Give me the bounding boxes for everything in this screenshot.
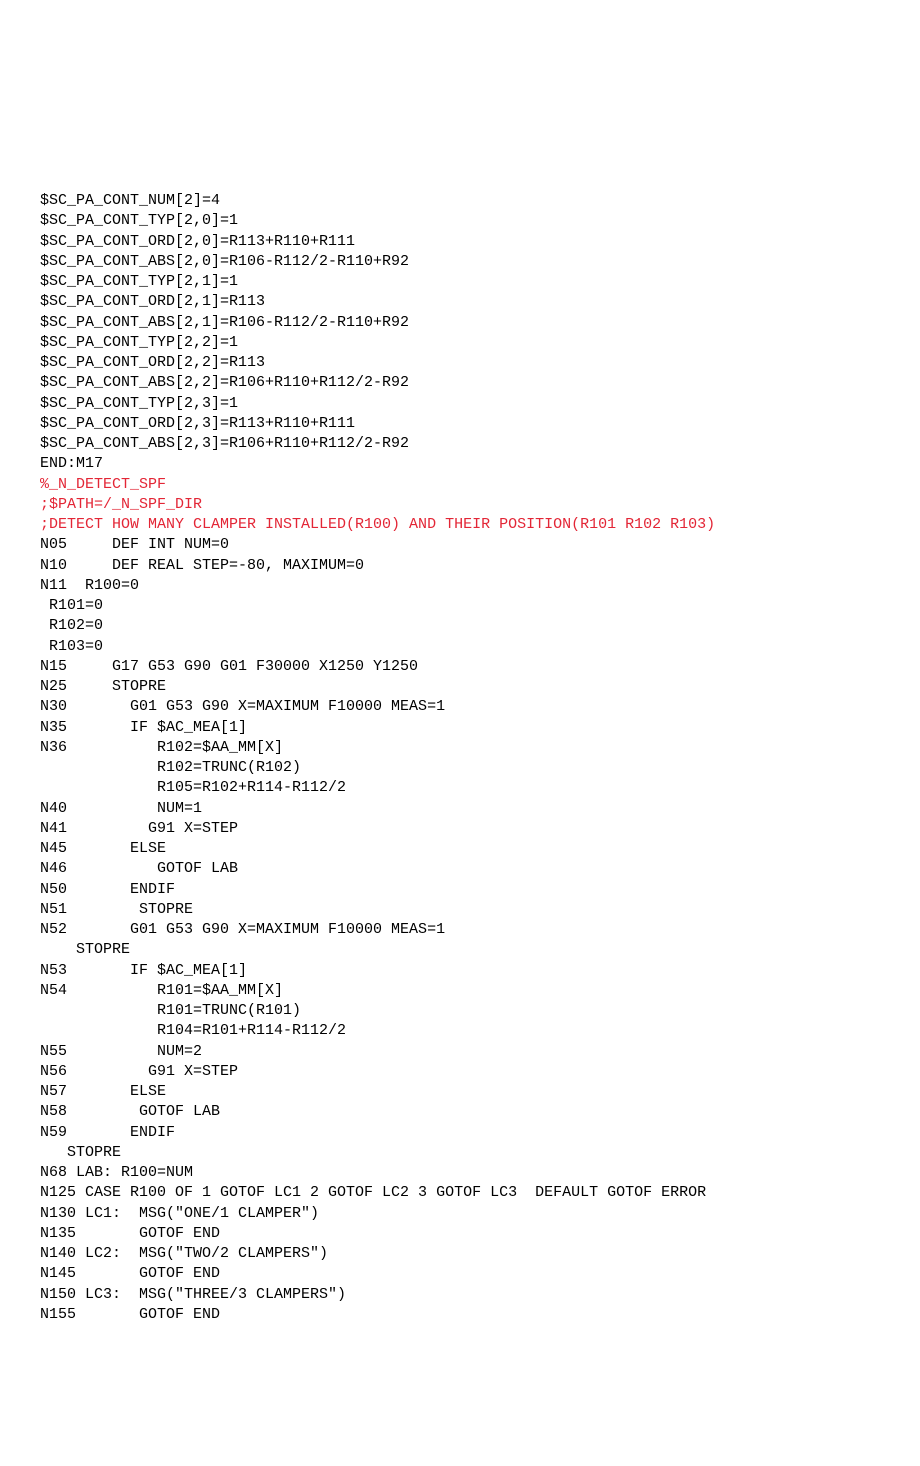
code-line: END:M17 <box>40 454 880 474</box>
code-line: $SC_PA_CONT_ORD[2,1]=R113 <box>40 292 880 312</box>
code-line: N11 R100=0 <box>40 576 880 596</box>
code-line: $SC_PA_CONT_ORD[2,0]=R113+R110+R111 <box>40 232 880 252</box>
code-line: N30 G01 G53 G90 X=MAXIMUM F10000 MEAS=1 <box>40 697 880 717</box>
code-line: $SC_PA_CONT_ABS[2,0]=R106-R112/2-R110+R9… <box>40 252 880 272</box>
code-line: N130 LC1: MSG("ONE/1 CLAMPER") <box>40 1204 880 1224</box>
code-line: $SC_PA_CONT_TYP[2,1]=1 <box>40 272 880 292</box>
code-line: N45 ELSE <box>40 839 880 859</box>
code-line: $SC_PA_CONT_TYP[2,2]=1 <box>40 333 880 353</box>
code-line: N36 R102=$AA_MM[X] <box>40 738 880 758</box>
code-line: N51 STOPRE <box>40 900 880 920</box>
code-line: N52 G01 G53 G90 X=MAXIMUM F10000 MEAS=1 <box>40 920 880 940</box>
code-line: R101=TRUNC(R101) <box>40 1001 880 1021</box>
code-line: R102=0 <box>40 616 880 636</box>
code-line: N41 G91 X=STEP <box>40 819 880 839</box>
code-line: N125 CASE R100 OF 1 GOTOF LC1 2 GOTOF LC… <box>40 1183 880 1203</box>
code-line: N05 DEF INT NUM=0 <box>40 535 880 555</box>
code-line: STOPRE <box>40 940 880 960</box>
code-line: N40 NUM=1 <box>40 799 880 819</box>
code-line: N50 ENDIF <box>40 880 880 900</box>
code-line: N140 LC2: MSG("TWO/2 CLAMPERS") <box>40 1244 880 1264</box>
code-line: N57 ELSE <box>40 1082 880 1102</box>
code-line: N155 GOTOF END <box>40 1305 880 1325</box>
code-line: R102=TRUNC(R102) <box>40 758 880 778</box>
code-line: $SC_PA_CONT_NUM[2]=4 <box>40 191 880 211</box>
code-line: $SC_PA_CONT_TYP[2,3]=1 <box>40 394 880 414</box>
code-line: N55 NUM=2 <box>40 1042 880 1062</box>
code-line: STOPRE <box>40 1143 880 1163</box>
code-line: N68 LAB: R100=NUM <box>40 1163 880 1183</box>
code-line: N53 IF $AC_MEA[1] <box>40 961 880 981</box>
code-line: N56 G91 X=STEP <box>40 1062 880 1082</box>
code-line: N10 DEF REAL STEP=-80, MAXIMUM=0 <box>40 556 880 576</box>
code-line: $SC_PA_CONT_ABS[2,2]=R106+R110+R112/2-R9… <box>40 373 880 393</box>
code-line: R105=R102+R114-R112/2 <box>40 778 880 798</box>
code-block: $SC_PA_CONT_NUM[2]=4$SC_PA_CONT_TYP[2,0]… <box>40 191 880 1325</box>
code-line: N58 GOTOF LAB <box>40 1102 880 1122</box>
code-line: ;$PATH=/_N_SPF_DIR <box>40 495 880 515</box>
code-line: $SC_PA_CONT_ORD[2,2]=R113 <box>40 353 880 373</box>
code-line: N46 GOTOF LAB <box>40 859 880 879</box>
code-line: $SC_PA_CONT_ABS[2,3]=R106+R110+R112/2-R9… <box>40 434 880 454</box>
code-line: N54 R101=$AA_MM[X] <box>40 981 880 1001</box>
code-line: N25 STOPRE <box>40 677 880 697</box>
code-line: N15 G17 G53 G90 G01 F30000 X1250 Y1250 <box>40 657 880 677</box>
code-line: $SC_PA_CONT_ORD[2,3]=R113+R110+R111 <box>40 414 880 434</box>
code-line: N145 GOTOF END <box>40 1264 880 1284</box>
code-line: N135 GOTOF END <box>40 1224 880 1244</box>
code-line: R104=R101+R114-R112/2 <box>40 1021 880 1041</box>
code-line: ;DETECT HOW MANY CLAMPER INSTALLED(R100)… <box>40 515 880 535</box>
code-line: R103=0 <box>40 637 880 657</box>
code-line: $SC_PA_CONT_TYP[2,0]=1 <box>40 211 880 231</box>
code-line: N35 IF $AC_MEA[1] <box>40 718 880 738</box>
code-line: %_N_DETECT_SPF <box>40 475 880 495</box>
code-line: $SC_PA_CONT_ABS[2,1]=R106-R112/2-R110+R9… <box>40 313 880 333</box>
code-line: R101=0 <box>40 596 880 616</box>
code-line: N59 ENDIF <box>40 1123 880 1143</box>
